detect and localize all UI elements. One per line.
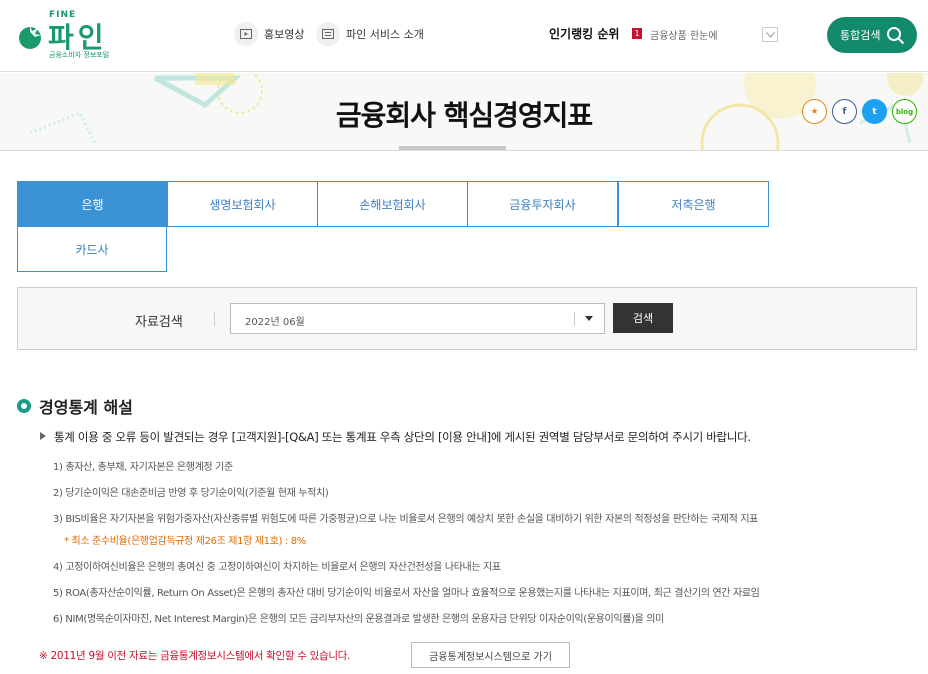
divider: [214, 312, 215, 326]
divider: [574, 312, 575, 326]
tab-nonlife-insurance[interactable]: 손해보험회사: [317, 181, 468, 227]
tab-life-insurance[interactable]: 생명보험회사: [167, 181, 318, 227]
note-item-5: 5) ROA(총자산순이익률, Return On Asset)은 은행의 총자…: [53, 588, 760, 599]
search-icon: [887, 26, 905, 44]
period-select[interactable]: 2022년 06월: [230, 303, 605, 334]
page-banner: 금융회사 핵심경영지표 ★ f t blog: [0, 73, 928, 151]
blog-icon[interactable]: blog: [892, 99, 917, 124]
dropdown-arrow-icon: [585, 316, 593, 321]
promo-video-link[interactable]: 홍보영상: [234, 22, 304, 46]
tab-card[interactable]: 카드사: [17, 226, 167, 272]
ranking-number-badge: 1: [632, 28, 642, 39]
period-select-value: 2022년 06월: [245, 317, 305, 328]
note-item-6: 6) NIM(명목순이자마진, Net Interest Margin)은 은행…: [53, 614, 665, 625]
service-intro-label: 파인 서비스 소개: [346, 28, 424, 41]
section-heading: 경영통계 해설: [17, 394, 133, 418]
tab-investment[interactable]: 금융투자회사: [467, 181, 618, 227]
tab-bank[interactable]: 은행: [17, 181, 168, 227]
tab-savings-bank[interactable]: 저축은행: [618, 181, 769, 227]
site-header: FINE 파인 금융소비자 정보포털 홍보영상 파인 서비스 소개 인기랭킹 순…: [0, 0, 928, 72]
bullet-circle-icon: [17, 399, 31, 413]
twitter-icon[interactable]: t: [862, 99, 887, 124]
usage-notice: 통계 이용 중 오류 등이 발견되는 경우 [고객지원]-[Q&A] 또는 통계…: [40, 429, 751, 445]
facebook-icon[interactable]: f: [832, 99, 857, 124]
chevron-down-icon: [765, 31, 775, 38]
note-item-2: 2) 당기순이익은 대손준비금 반영 후 당기순이익(기준월 현재 누적치): [53, 488, 329, 499]
data-search-box: 자료검색 2022년 06월 검색: [17, 287, 917, 350]
ranking-item-link[interactable]: 금융상품 한눈에: [650, 27, 718, 42]
note-item-3: 3) BIS비율은 자기자본을 위험가중자산(자산종류별 위험도에 따른 가중평…: [53, 514, 759, 525]
note-item-4: 4) 고정이하여신비율은 은행의 총여신 중 고정이하여신이 차지하는 비율로서…: [53, 562, 501, 573]
logo-subtitle: 금융소비자 정보포털: [49, 51, 110, 59]
page-title: 금융회사 핵심경영지표: [335, 99, 593, 132]
promo-video-label: 홍보영상: [264, 28, 305, 41]
ranking-toggle-button[interactable]: [762, 27, 778, 42]
triangle-bullet-icon: [40, 432, 46, 440]
data-search-label: 자료검색: [135, 315, 183, 330]
note-item-3-sub: * 최소 준수비율(은행업감독규정 제26조 제1항 제1호) : 8%: [64, 536, 306, 547]
ranking-title: 인기랭킹 순위: [549, 27, 620, 41]
integrated-search-label: 통합검색: [840, 29, 881, 42]
title-underline: [399, 146, 506, 150]
integrated-search-button[interactable]: 통합검색: [827, 17, 917, 53]
video-icon: [234, 22, 258, 46]
service-intro-link[interactable]: 파인 서비스 소개: [316, 22, 424, 46]
note-item-1: 1) 총자산, 총부채, 자기자본은 은행계정 기준: [53, 462, 233, 473]
financial-stats-system-button[interactable]: 금융통계정보시스템으로 가기: [411, 642, 570, 668]
usage-notice-text: 통계 이용 중 오류 등이 발견되는 경우 [고객지원]-[Q&A] 또는 통계…: [54, 430, 751, 444]
fine-logo[interactable]: FINE 파인 금융소비자 정보포털: [16, 10, 126, 62]
favorite-star-icon[interactable]: ★: [802, 99, 827, 124]
search-button[interactable]: 검색: [613, 303, 673, 333]
section-title: 경영통계 해설: [39, 398, 133, 417]
list-icon: [316, 22, 340, 46]
legacy-data-note: ※ 2011년 9월 이전 자료는 금융통계정보시스템에서 확인할 수 있습니다…: [39, 650, 351, 662]
logo-mark-icon: [19, 25, 41, 49]
